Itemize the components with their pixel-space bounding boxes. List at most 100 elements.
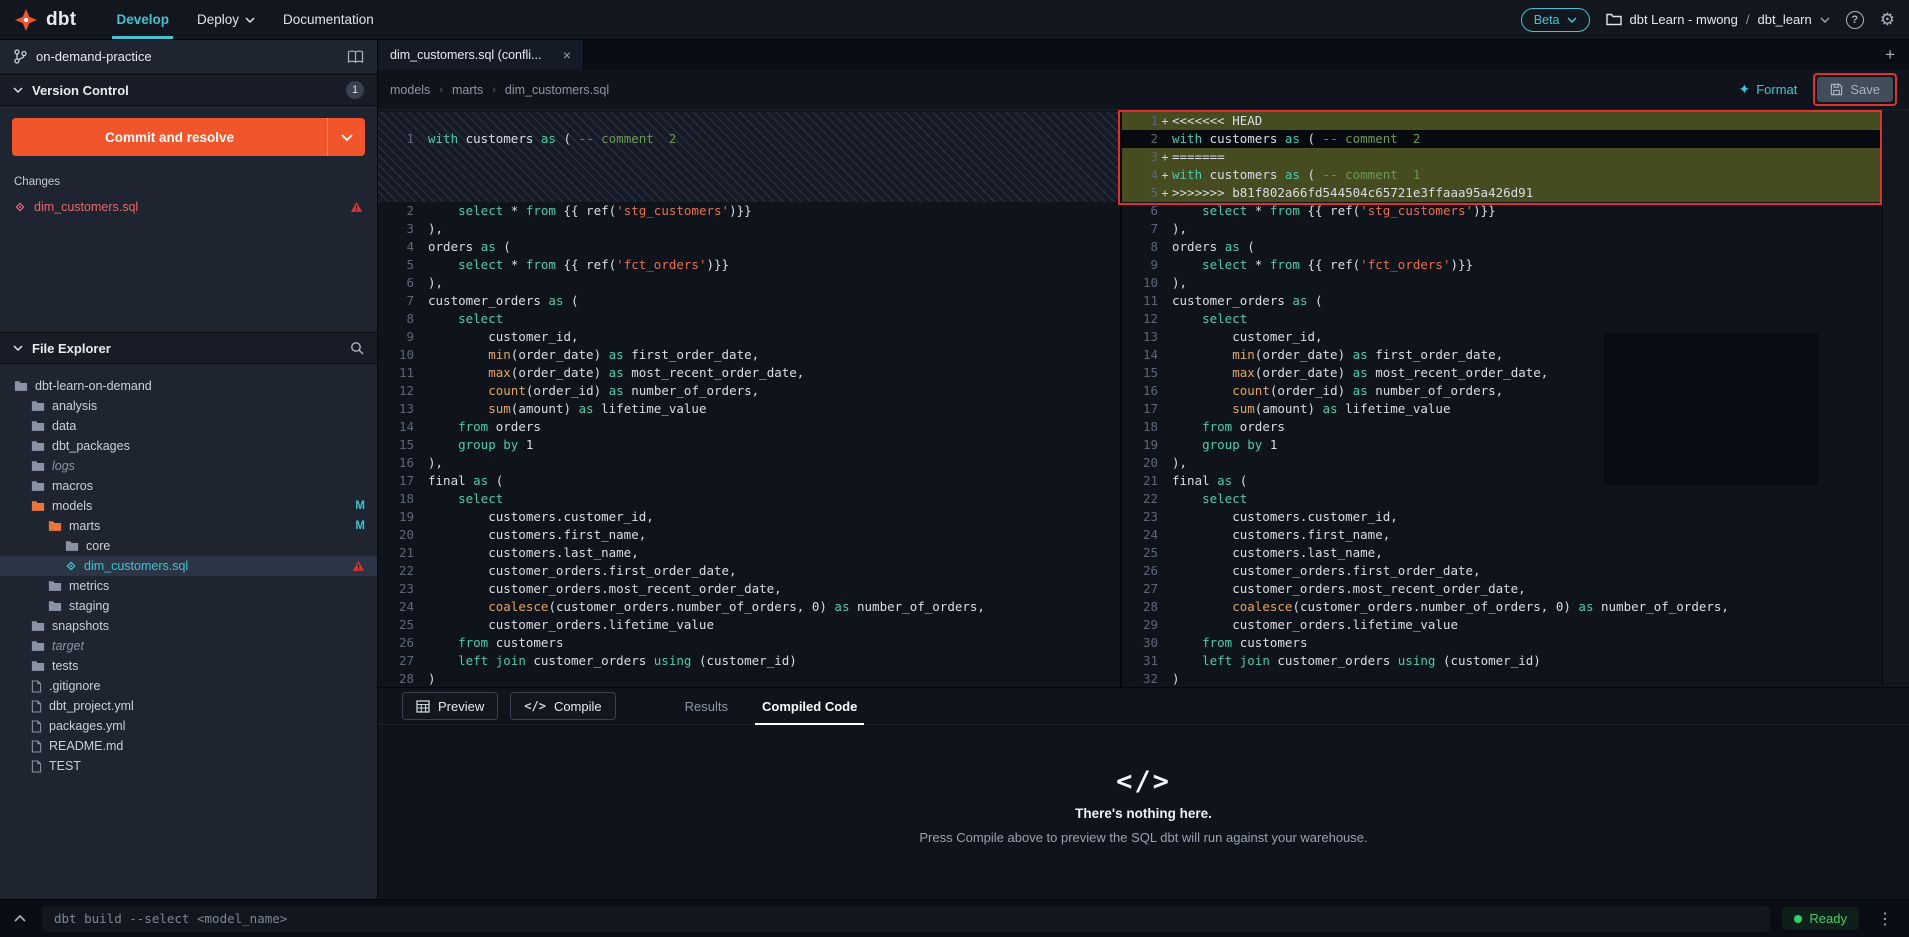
code-line[interactable]: 20 customers.first_name, [378,526,1120,544]
search-icon[interactable] [350,341,364,355]
code-line[interactable]: 8 select [378,310,1120,328]
tree-item-dbt_project.yml[interactable]: dbt_project.yml [0,696,377,716]
code-line[interactable]: 7customer_orders as ( [378,292,1120,310]
tree-item-marts[interactable]: martsM [0,516,377,536]
code-line[interactable]: 1with customers as ( -- comment 2 [378,130,1120,148]
code-line[interactable]: 6), [378,274,1120,292]
code-line[interactable]: 19 group by 1 [1122,436,1882,454]
code-line[interactable]: 13 customer_id, [1122,328,1882,346]
tree-item-macros[interactable]: macros [0,476,377,496]
code-line[interactable] [378,184,1120,202]
code-line[interactable]: 11customer_orders as ( [1122,292,1882,310]
tree-item-metrics[interactable]: metrics [0,576,377,596]
code-line[interactable] [378,166,1120,184]
docs-book-icon[interactable] [347,50,364,64]
tree-item-data[interactable]: data [0,416,377,436]
code-line[interactable]: 24 coalesce(customer_orders.number_of_or… [378,598,1120,616]
tree-item-staging[interactable]: staging [0,596,377,616]
code-line[interactable]: 5 select * from {{ ref('fct_orders')}} [378,256,1120,274]
code-line[interactable]: 2 select * from {{ ref('stg_customers')}… [378,202,1120,220]
code-line[interactable]: 28) [378,670,1120,687]
command-input[interactable]: dbt build --select <model_name> [42,906,1770,932]
tab-results[interactable]: Results [668,688,745,724]
code-line[interactable]: 23 customer_orders.most_recent_order_dat… [378,580,1120,598]
code-line[interactable]: 4orders as ( [378,238,1120,256]
file-explorer-header[interactable]: File Explorer [0,332,377,364]
code-line[interactable]: 9 customer_id, [378,328,1120,346]
code-line[interactable]: 27 left join customer_orders using (cust… [378,652,1120,670]
code-line[interactable]: 22 select [1122,490,1882,508]
code-line[interactable]: 25 customer_orders.lifetime_value [378,616,1120,634]
code-line[interactable]: 18 select [378,490,1120,508]
tree-item-TEST[interactable]: TEST [0,756,377,776]
tree-item-models[interactable]: modelsM [0,496,377,516]
code-line[interactable]: 9 select * from {{ ref('fct_orders')}} [1122,256,1882,274]
code-line[interactable]: 14 min(order_date) as first_order_date, [1122,346,1882,364]
nav-deploy[interactable]: Deploy [183,0,269,39]
code-line[interactable]: 22 customer_orders.first_order_date, [378,562,1120,580]
code-line[interactable]: 8orders as ( [1122,238,1882,256]
nav-develop[interactable]: Develop [102,0,183,39]
code-line[interactable]: 3+======= [1122,148,1882,166]
code-line[interactable]: 24 customers.first_name, [1122,526,1882,544]
chevron-up-icon[interactable] [10,915,30,922]
tree-item-target[interactable]: target [0,636,377,656]
compile-button[interactable]: </> Compile [510,692,615,720]
diff-pane-modified[interactable]: 1+<<<<<<< HEAD2with customers as ( -- co… [1122,110,1882,687]
tree-item-logs[interactable]: logs [0,456,377,476]
code-line[interactable]: 10 min(order_date) as first_order_date, [378,346,1120,364]
code-line[interactable]: 30 from customers [1122,634,1882,652]
code-line[interactable]: 3), [378,220,1120,238]
help-icon[interactable]: ? [1846,11,1864,29]
preview-button[interactable]: Preview [402,692,498,720]
code-line[interactable] [378,148,1120,166]
code-line[interactable]: 23 customers.customer_id, [1122,508,1882,526]
tree-item-packages.yml[interactable]: packages.yml [0,716,377,736]
format-button[interactable]: ✦ Format [1738,82,1797,98]
tree-item-snapshots[interactable]: snapshots [0,616,377,636]
kebab-menu-icon[interactable]: ⋮ [1871,909,1899,929]
commit-and-resolve-button[interactable]: Commit and resolve [12,118,365,156]
code-line[interactable]: 25 customers.last_name, [1122,544,1882,562]
code-line[interactable]: 10), [1122,274,1882,292]
diff-pane-original[interactable]: 1with customers as ( -- comment 2 2 selec… [378,110,1120,687]
code-line[interactable]: 26 customer_orders.first_order_date, [1122,562,1882,580]
code-line[interactable]: 32) [1122,670,1882,687]
code-line[interactable]: 14 from orders [378,418,1120,436]
code-line[interactable]: 17final as ( [378,472,1120,490]
code-line[interactable]: 26 from customers [378,634,1120,652]
code-line[interactable]: 6 select * from {{ ref('stg_customers')}… [1122,202,1882,220]
tree-item-dbt_packages[interactable]: dbt_packages [0,436,377,456]
tree-item-analysis[interactable]: analysis [0,396,377,416]
code-line[interactable]: 15 max(order_date) as most_recent_order_… [1122,364,1882,382]
code-line[interactable]: 16), [378,454,1120,472]
tree-item-dim_customers.sql[interactable]: dim_customers.sql [0,556,377,576]
code-line[interactable]: 13 sum(amount) as lifetime_value [378,400,1120,418]
code-line[interactable]: 1+<<<<<<< HEAD [1122,112,1882,130]
code-line[interactable]: 2with customers as ( -- comment 2 [1122,130,1882,148]
code-line[interactable]: 29 customer_orders.lifetime_value [1122,616,1882,634]
save-button[interactable]: Save [1817,77,1893,102]
tab-close-icon[interactable]: × [563,48,571,62]
tab-dim-customers[interactable]: dim_customers.sql (confli... × [378,40,584,70]
code-line[interactable]: 4+with customers as ( -- comment 1 [1122,166,1882,184]
code-line[interactable]: 11 max(order_date) as most_recent_order_… [378,364,1120,382]
version-control-header[interactable]: Version Control 1 [0,74,377,106]
tree-item-tests[interactable]: tests [0,656,377,676]
code-line[interactable]: 21 customers.last_name, [378,544,1120,562]
code-line[interactable]: 31 left join customer_orders using (cust… [1122,652,1882,670]
commit-options-caret[interactable] [327,118,365,156]
code-line[interactable]: 5+>>>>>>> b81f802a66fd544504c65721e3ffaa… [1122,184,1882,202]
nav-documentation[interactable]: Documentation [269,0,388,39]
code-line[interactable]: 21final as ( [1122,472,1882,490]
code-line[interactable]: 16 count(order_id) as number_of_orders, [1122,382,1882,400]
code-line[interactable]: 15 group by 1 [378,436,1120,454]
code-line[interactable]: 27 customer_orders.most_recent_order_dat… [1122,580,1882,598]
code-line[interactable]: 20), [1122,454,1882,472]
code-line[interactable]: 12 count(order_id) as number_of_orders, [378,382,1120,400]
tree-item-.gitignore[interactable]: .gitignore [0,676,377,696]
beta-selector[interactable]: Beta [1521,8,1590,32]
tree-item-core[interactable]: core [0,536,377,556]
code-line[interactable]: 28 coalesce(customer_orders.number_of_or… [1122,598,1882,616]
code-line[interactable]: 12 select [1122,310,1882,328]
